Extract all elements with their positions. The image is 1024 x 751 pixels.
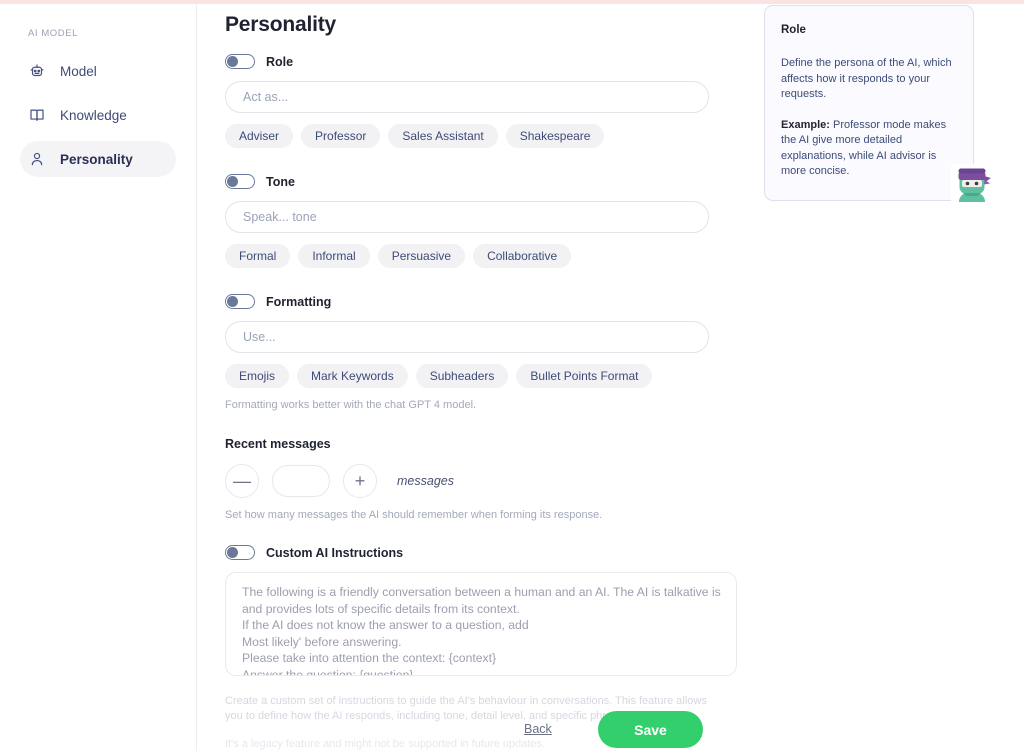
formatting-section: Formatting Emojis Mark Keywords Subheade… — [225, 294, 711, 411]
custom-instructions-toggle-row: Custom AI Instructions — [225, 545, 711, 560]
role-toggle[interactable] — [225, 54, 255, 69]
book-icon — [28, 106, 46, 124]
recent-messages-hint: Set how many messages the AI should reme… — [225, 509, 603, 521]
role-chip-group: Adviser Professor Sales Assistant Shakes… — [225, 124, 711, 148]
ninja-avatar-icon[interactable] — [951, 164, 993, 202]
role-section: Role Adviser Professor Sales Assistant S… — [225, 54, 711, 148]
formatting-chip-subheaders[interactable]: Subheaders — [415, 364, 509, 388]
recent-messages-unit: messages — [397, 474, 454, 488]
custom-instructions-section: Custom AI Instructions — [225, 545, 737, 681]
tone-chip-persuasive[interactable]: Persuasive — [377, 244, 466, 268]
role-chip-sales-assistant[interactable]: Sales Assistant — [388, 124, 498, 148]
back-link[interactable]: Back — [524, 722, 552, 736]
role-chip-shakespeare[interactable]: Shakespeare — [505, 124, 605, 148]
info-card-example: Example: Professor mode makes the AI giv… — [781, 118, 957, 180]
tone-toggle-label: Tone — [266, 174, 295, 189]
formatting-chip-emojis[interactable]: Emojis — [225, 364, 290, 388]
formatting-toggle-row: Formatting — [225, 294, 711, 309]
sidebar: AI MODEL Model Knowledge Personality — [0, 4, 197, 751]
sidebar-item-label: Personality — [60, 151, 133, 167]
tone-chip-collaborative[interactable]: Collaborative — [473, 244, 572, 268]
personality-form: Role Adviser Professor Sales Assistant S… — [225, 54, 737, 681]
increment-button[interactable]: + — [343, 464, 377, 498]
tone-section: Tone Formal Informal Persuasive Collabor… — [225, 174, 711, 268]
sidebar-item-label: Model — [60, 63, 97, 79]
tone-toggle[interactable] — [225, 174, 255, 189]
formatting-hint: Formatting works better with the chat GP… — [225, 399, 477, 411]
sidebar-item-model[interactable]: Model — [20, 53, 176, 89]
tone-input[interactable] — [225, 201, 709, 233]
sidebar-caption: AI MODEL — [28, 28, 78, 39]
tone-toggle-row: Tone — [225, 174, 711, 189]
role-chip-professor[interactable]: Professor — [301, 124, 381, 148]
tone-chip-informal[interactable]: Informal — [298, 244, 370, 268]
sidebar-item-personality[interactable]: Personality — [20, 141, 176, 177]
robot-icon — [28, 62, 46, 80]
page-title: Personality — [225, 13, 337, 36]
recent-messages-stepper: — + messages — [225, 464, 711, 498]
tone-chip-formal[interactable]: Formal — [225, 244, 291, 268]
custom-instructions-textarea[interactable] — [225, 572, 737, 676]
role-info-card: Role Define the persona of the AI, which… — [764, 5, 974, 201]
info-card-title: Role — [781, 24, 806, 36]
custom-instructions-toggle[interactable] — [225, 545, 255, 560]
formatting-chip-mark-keywords[interactable]: Mark Keywords — [297, 364, 408, 388]
recent-messages-input[interactable] — [272, 465, 330, 497]
info-card-description: Define the persona of the AI, which affe… — [781, 57, 952, 100]
formatting-toggle-label: Formatting — [266, 294, 332, 309]
role-chip-adviser[interactable]: Adviser — [225, 124, 294, 148]
role-toggle-label: Role — [266, 54, 294, 69]
formatting-chip-group: Emojis Mark Keywords Subheaders Bullet P… — [225, 364, 711, 388]
role-input[interactable] — [225, 81, 709, 113]
role-toggle-row: Role — [225, 54, 711, 69]
sidebar-item-label: Knowledge — [60, 107, 127, 123]
recent-messages-section: Recent messages — + messages Set how man… — [225, 437, 711, 521]
decrement-button[interactable]: — — [225, 464, 259, 498]
formatting-chip-bullet-points-format[interactable]: Bullet Points Format — [516, 364, 653, 388]
formatting-toggle[interactable] — [225, 294, 255, 309]
info-card-example-label: Example: — [781, 118, 830, 131]
custom-instructions-toggle-label: Custom AI Instructions — [266, 545, 404, 560]
save-button[interactable]: Save — [598, 711, 703, 748]
tone-chip-group: Formal Informal Persuasive Collaborative — [225, 244, 711, 268]
recent-messages-title: Recent messages — [225, 437, 331, 451]
sidebar-item-knowledge[interactable]: Knowledge — [20, 97, 176, 133]
formatting-input[interactable] — [225, 321, 709, 353]
person-icon — [28, 150, 46, 168]
